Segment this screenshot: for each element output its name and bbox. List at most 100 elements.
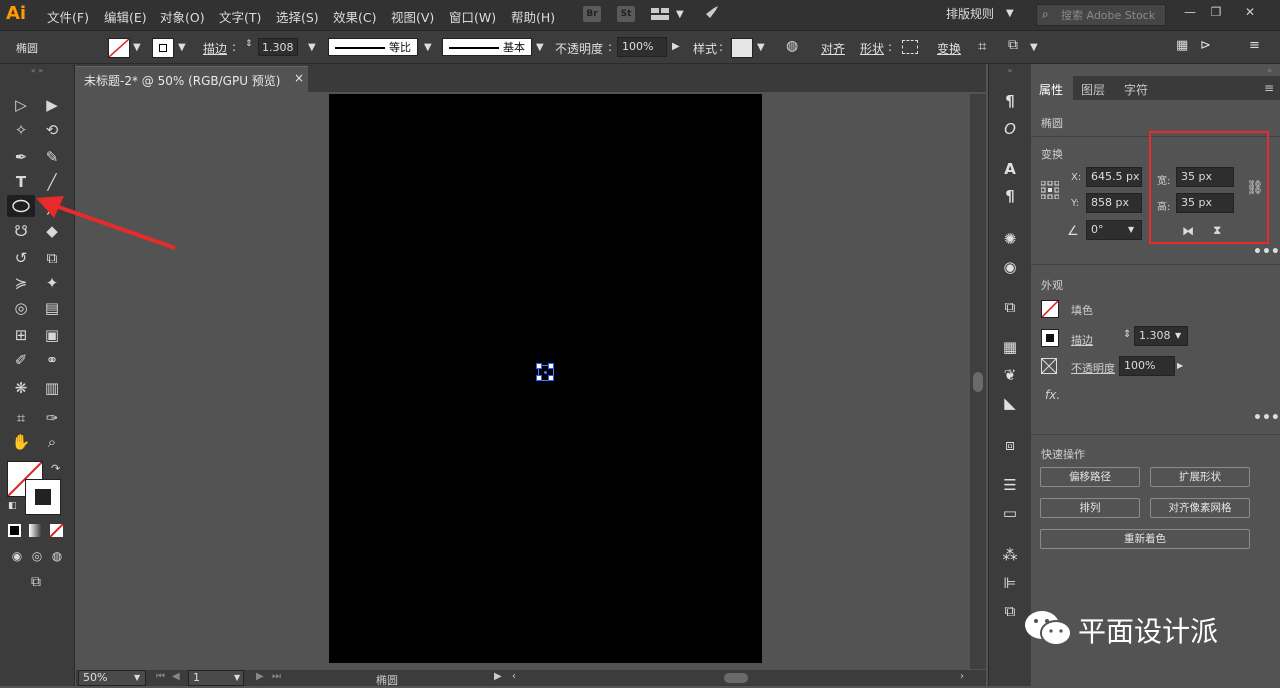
isolate-icon[interactable]: ⌗ xyxy=(978,37,986,55)
opacity-input[interactable]: 100% xyxy=(617,37,667,57)
chevron-down-icon[interactable]: ▼ xyxy=(1128,225,1134,234)
stroke-swatch[interactable] xyxy=(1041,329,1059,347)
vertical-scroll-thumb[interactable] xyxy=(973,372,983,392)
slice-tool-icon[interactable]: ✑ xyxy=(40,407,64,429)
menu-object[interactable]: 对象(O) xyxy=(160,7,205,26)
paragraph-icon[interactable]: ¶ xyxy=(999,90,1021,112)
eyedropper-tool-icon[interactable]: ✐ xyxy=(9,349,33,371)
panel-menu-icon[interactable]: ≡ xyxy=(1264,81,1274,95)
stepper-icon[interactable]: ⇕ xyxy=(1123,329,1131,340)
collapse-icon[interactable]: » xyxy=(1031,66,1280,75)
workspace-switcher[interactable]: 排版规则 ▼ xyxy=(946,5,1020,23)
shape-builder-tool-icon[interactable]: ◎ xyxy=(9,297,33,319)
transform-icon[interactable]: ⧉ xyxy=(999,296,1021,318)
align-icon[interactable]: ⁂ xyxy=(999,544,1021,566)
fill-swatch[interactable] xyxy=(1041,300,1059,318)
width-tool-icon[interactable]: ≽ xyxy=(9,272,33,294)
menu-effect[interactable]: 效果(C) xyxy=(333,7,376,26)
chevron-down-icon[interactable]: ▼ xyxy=(1175,331,1181,340)
character-styles-icon[interactable]: A xyxy=(999,158,1021,180)
perspective-grid-tool-icon[interactable]: ▤ xyxy=(40,297,64,319)
appearance-icon[interactable]: ◉ xyxy=(999,256,1021,278)
chevron-down-icon[interactable]: ▼ xyxy=(676,9,684,20)
recolor-icon[interactable]: ◍ xyxy=(786,38,798,54)
variable-width-profile[interactable]: 等比 xyxy=(328,38,418,56)
arrange-button[interactable]: 排列 xyxy=(1040,498,1140,518)
grid-icon[interactable]: ▦ xyxy=(1176,38,1188,53)
gradient-icon[interactable]: ▭ xyxy=(999,502,1021,524)
brushes-icon[interactable]: ❦ xyxy=(999,364,1021,386)
restore-icon[interactable]: ❐ xyxy=(1206,5,1226,21)
menu-window[interactable]: 窗口(W) xyxy=(449,7,496,26)
selection-handle[interactable] xyxy=(536,363,542,369)
chevron-right-icon[interactable]: ▶ xyxy=(672,41,680,52)
opacity-input[interactable]: 100% xyxy=(1119,356,1175,376)
align-left-icon[interactable]: ⊫ xyxy=(999,572,1021,594)
menu-file[interactable]: 文件(F) xyxy=(47,7,89,26)
chevron-down-icon[interactable]: ▼ xyxy=(308,42,316,53)
document-tab[interactable]: 未标题-2* @ 50% (RGB/GPU 预览) × xyxy=(76,66,308,92)
direct-selection-tool-icon[interactable]: ▶ xyxy=(40,94,64,116)
tab-character[interactable]: 字符 xyxy=(1124,81,1148,98)
gradient-tool-icon[interactable]: ▣ xyxy=(40,324,64,346)
reference-point-icon[interactable] xyxy=(1040,180,1060,200)
selection-handle[interactable] xyxy=(536,375,542,381)
tab-layers[interactable]: 图层 xyxy=(1081,81,1105,98)
paragraph-styles-icon[interactable]: ¶ xyxy=(999,185,1021,207)
puppet-warp-tool-icon[interactable]: ✦ xyxy=(40,272,64,294)
brush-definition[interactable]: 基本 xyxy=(442,38,532,56)
artboard-tool-icon[interactable]: ⌗ xyxy=(9,407,33,429)
stroke-swatch[interactable] xyxy=(152,38,174,58)
chevron-down-icon[interactable]: ▼ xyxy=(424,42,432,53)
stroke-label[interactable]: 描边 xyxy=(1071,332,1093,348)
arrange-documents-icon[interactable] xyxy=(651,8,669,20)
color-mode-icon[interactable] xyxy=(8,524,21,537)
chevron-right-icon[interactable]: ▶ xyxy=(1177,361,1183,370)
collapse-icon[interactable]: « » xyxy=(0,66,74,75)
magic-wand-tool-icon[interactable]: ✧ xyxy=(9,119,33,141)
x-position-input[interactable]: 645.5 px xyxy=(1086,167,1142,187)
y-position-input[interactable]: 858 px xyxy=(1086,193,1142,213)
graph-tool-icon[interactable]: ▥ xyxy=(40,377,64,399)
pin-icon[interactable]: ⊳ xyxy=(1200,38,1211,53)
collapse-icon[interactable]: » xyxy=(989,66,1031,75)
stock-search[interactable]: ⌕ 搜索 Adobe Stock xyxy=(1036,4,1166,26)
graphic-style-swatch[interactable] xyxy=(731,38,753,58)
selection-handle[interactable] xyxy=(548,363,554,369)
draw-inside-icon[interactable]: ◍ xyxy=(45,545,69,567)
chevron-down-icon[interactable]: ▼ xyxy=(178,42,186,53)
first-artboard-icon[interactable]: ⏮ xyxy=(156,671,165,682)
selection-tool-icon[interactable]: ▷ xyxy=(9,94,33,116)
transform-link[interactable]: 变换 xyxy=(937,40,961,57)
gradient-mode-icon[interactable] xyxy=(29,524,42,537)
lasso-tool-icon[interactable]: ⟲ xyxy=(40,119,64,141)
tab-properties[interactable]: 属性 xyxy=(1039,81,1063,98)
align-to-pixel-grid-button[interactable]: 对齐像素网格 xyxy=(1150,498,1250,518)
opentype-icon[interactable]: O xyxy=(999,118,1021,140)
menu-type[interactable]: 文字(T) xyxy=(219,7,261,26)
artboards-icon[interactable]: ⧈ xyxy=(999,434,1021,456)
align-link[interactable]: 对齐 xyxy=(821,40,845,57)
previous-artboard-icon[interactable]: ◀ xyxy=(172,671,180,682)
stroke-weight-input[interactable]: 1.308 xyxy=(258,38,298,56)
fx-icon[interactable]: fx. xyxy=(1045,388,1060,402)
pathfinder-icon[interactable]: ⧉ xyxy=(999,600,1021,622)
chevron-down-icon[interactable]: ▼ xyxy=(757,42,765,53)
blend-tool-icon[interactable]: ⚭ xyxy=(40,349,64,371)
layers-icon[interactable]: ☰ xyxy=(999,474,1021,496)
chevron-down-icon[interactable]: ▼ xyxy=(133,42,141,53)
swap-fill-stroke-icon[interactable]: ↷ xyxy=(51,462,60,475)
mesh-tool-icon[interactable]: ⊞ xyxy=(9,324,33,346)
next-artboard-icon[interactable]: ▶ xyxy=(256,671,264,682)
bridge-button[interactable]: Br xyxy=(583,6,601,22)
scroll-right-icon[interactable]: › xyxy=(960,671,964,682)
last-artboard-icon[interactable]: ⏭ xyxy=(272,671,281,682)
stroke-label[interactable]: 描边 xyxy=(203,40,227,57)
swatches-icon[interactable]: ▦ xyxy=(999,336,1021,358)
shape-bounds-icon[interactable] xyxy=(902,40,918,54)
expand-shape-button[interactable]: 扩展形状 xyxy=(1150,467,1250,487)
more-options-icon[interactable]: ••• xyxy=(1253,410,1280,426)
recolor-button[interactable]: 重新着色 xyxy=(1040,529,1250,549)
screen-mode-icon[interactable]: ⧉ xyxy=(24,571,48,593)
default-fill-stroke-icon[interactable]: ◧ xyxy=(8,501,17,511)
